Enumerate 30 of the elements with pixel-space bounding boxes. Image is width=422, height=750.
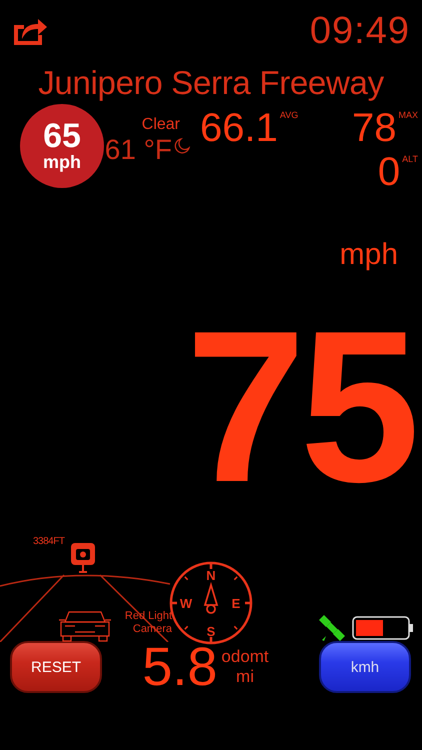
compass-needle-icon: [204, 582, 218, 614]
stat-label: ALT: [402, 154, 418, 164]
stat-value: 66.1: [200, 106, 278, 150]
compass-letter: W: [180, 596, 192, 611]
moon-icon: [174, 138, 190, 154]
camera-icon: [70, 542, 96, 574]
weather-condition: Clear: [142, 116, 180, 134]
reset-button[interactable]: RESET: [10, 641, 102, 693]
compass-letter: N: [206, 568, 216, 583]
unit-button[interactable]: kmh: [318, 641, 411, 693]
current-speed: 75: [184, 298, 415, 508]
stat-value: 0: [378, 150, 400, 194]
odometer-label: odomt: [221, 647, 269, 667]
speed-limit-unit: mph: [43, 153, 81, 173]
clock: 09:49: [310, 10, 410, 52]
car-icon: [57, 610, 113, 642]
compass-letter: E: [232, 596, 240, 611]
temperature: 61 °F: [104, 134, 172, 166]
stat-label: AVG: [280, 110, 298, 120]
odometer-unit: mi: [236, 667, 254, 687]
battery-icon: [352, 616, 414, 640]
stat-value: 78: [352, 106, 396, 150]
stat-label: MAX: [398, 110, 418, 120]
speed-unit: mph: [338, 238, 399, 272]
camera-distance: 3384FT: [33, 536, 64, 547]
road-name: Junipero Serra Freeway: [37, 64, 385, 102]
speed-limit-value: 65: [43, 119, 81, 154]
satellite-icon: [318, 614, 346, 642]
compass-letter: S: [206, 624, 216, 639]
odometer-value: 5.8: [142, 636, 218, 698]
